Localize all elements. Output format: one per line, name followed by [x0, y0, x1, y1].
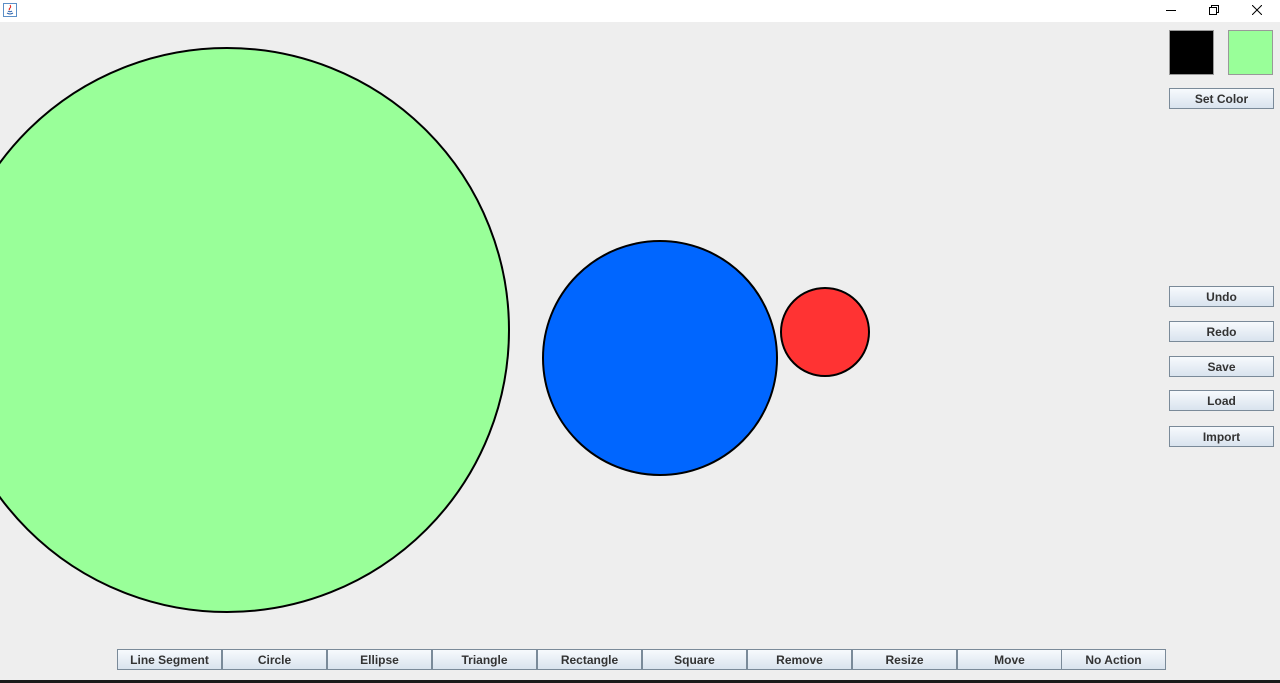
tool-square-button[interactable]: Square — [642, 649, 747, 670]
blue-circle[interactable] — [542, 240, 778, 476]
tool-line-segment-button[interactable]: Line Segment — [117, 649, 222, 670]
tool-triangle-button[interactable]: Triangle — [432, 649, 537, 670]
tool-remove-button[interactable]: Remove — [747, 649, 852, 670]
stroke-color-swatch[interactable] — [1169, 30, 1214, 75]
import-button[interactable]: Import — [1169, 426, 1274, 447]
restore-button[interactable] — [1192, 0, 1236, 22]
tool-rectangle-button[interactable]: Rectangle — [537, 649, 642, 670]
shapes-layer[interactable] — [0, 22, 1160, 642]
set-color-button[interactable]: Set Color — [1169, 88, 1274, 109]
close-button[interactable] — [1235, 0, 1279, 22]
tool-ellipse-button[interactable]: Ellipse — [327, 649, 432, 670]
undo-button[interactable]: Undo — [1169, 286, 1274, 307]
tool-no-action-button[interactable]: No Action — [1061, 649, 1166, 670]
close-icon — [1251, 2, 1263, 20]
title-bar — [0, 0, 1280, 22]
green-circle[interactable] — [0, 47, 510, 613]
redo-button[interactable]: Redo — [1169, 321, 1274, 342]
save-button[interactable]: Save — [1169, 356, 1274, 377]
tool-move-button[interactable]: Move — [957, 649, 1062, 670]
red-circle[interactable] — [780, 287, 870, 377]
restore-icon — [1209, 2, 1219, 20]
java-app-icon — [3, 3, 17, 17]
minimize-icon — [1166, 2, 1176, 20]
fill-color-swatch[interactable] — [1228, 30, 1273, 75]
minimize-button[interactable] — [1149, 0, 1193, 22]
tool-resize-button[interactable]: Resize — [852, 649, 957, 670]
tool-circle-button[interactable]: Circle — [222, 649, 327, 670]
drawing-canvas[interactable] — [0, 22, 1160, 642]
load-button[interactable]: Load — [1169, 390, 1274, 411]
